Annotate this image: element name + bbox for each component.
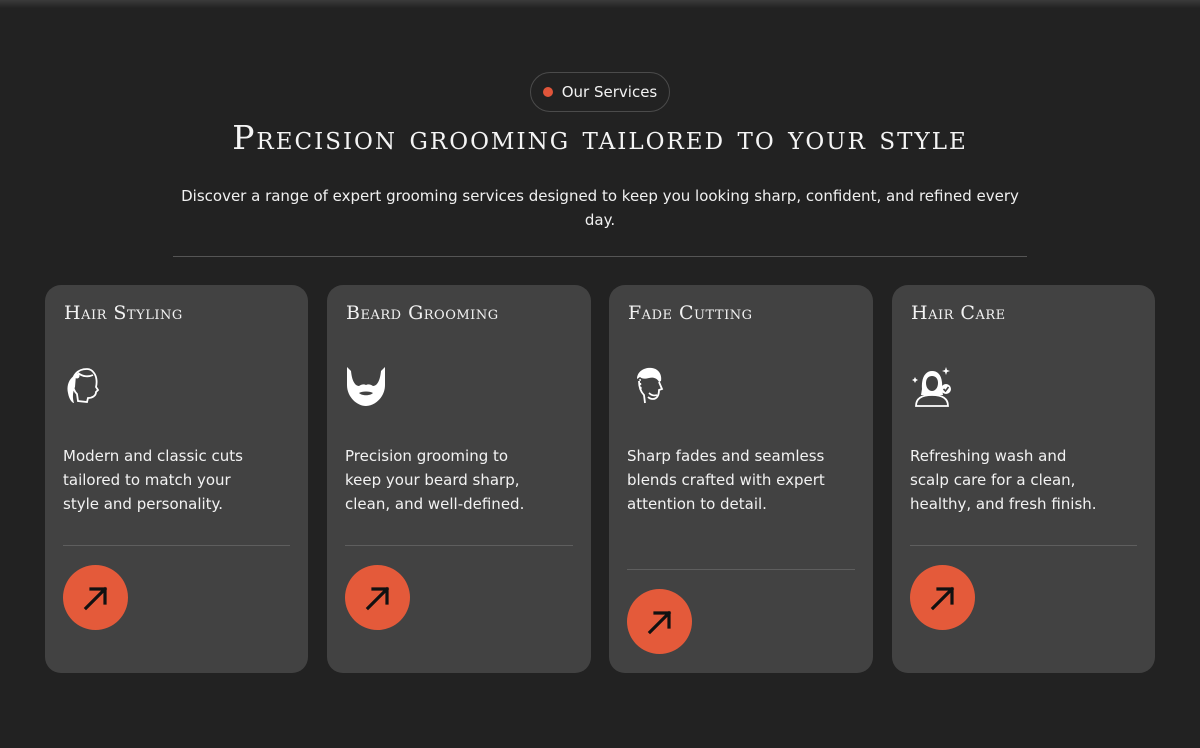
beard-icon xyxy=(347,367,385,406)
arrow-up-right-icon xyxy=(365,586,389,610)
fade-cutting-arrow-button[interactable] xyxy=(627,589,692,654)
card-description: Refreshing wash and scalp care for a cle… xyxy=(910,447,1097,513)
hair-care-arrow-button[interactable] xyxy=(910,565,975,630)
section-subtext: Discover a range of expert grooming serv… xyxy=(181,187,1019,229)
card-title: Beard Grooming xyxy=(346,302,499,324)
card-title: Hair Styling xyxy=(64,302,183,324)
card-description: Sharp fades and seamless blends crafted … xyxy=(627,447,825,513)
services-section: Our Services Precision grooming tailored… xyxy=(0,0,1200,748)
badge-dot xyxy=(542,87,553,97)
section-badge: Our Services xyxy=(530,72,670,112)
fade-haircut-icon xyxy=(637,367,664,404)
arrow-up-right-icon xyxy=(83,586,107,610)
card-divider xyxy=(627,569,855,570)
top-shadow xyxy=(0,0,1200,8)
section-heading: Precision grooming tailored to your styl… xyxy=(232,118,968,157)
card-title: Hair Care xyxy=(911,302,1006,324)
beard-grooming-arrow-button[interactable] xyxy=(345,565,410,630)
service-card-fade-cutting: Fade Cutting Sharp fades and seamless bl… xyxy=(609,285,873,673)
badge-label: Our Services xyxy=(561,83,658,101)
arrow-up-right-icon xyxy=(930,586,954,610)
service-card-beard-grooming: Beard Grooming Precision grooming to kee… xyxy=(327,285,591,673)
hair-styling-arrow-button[interactable] xyxy=(63,565,128,630)
service-card-hair-care: Hair Care Refreshing wash and scalp care… xyxy=(892,285,1155,673)
card-description: Modern and classic cuts tailored to matc… xyxy=(63,447,243,513)
card-description: Precision grooming to keep your beard sh… xyxy=(345,447,525,513)
hair-care-icon xyxy=(912,367,951,407)
section-divider xyxy=(173,256,1027,257)
card-title: Fade Cutting xyxy=(628,302,753,324)
card-divider xyxy=(910,545,1137,546)
ponytail-hair-icon xyxy=(67,368,100,403)
card-divider xyxy=(63,545,290,546)
service-card-hair-styling: Hair Styling Modern and classic cuts tai… xyxy=(45,285,308,673)
arrow-up-right-icon xyxy=(647,610,671,634)
card-divider xyxy=(345,545,573,546)
